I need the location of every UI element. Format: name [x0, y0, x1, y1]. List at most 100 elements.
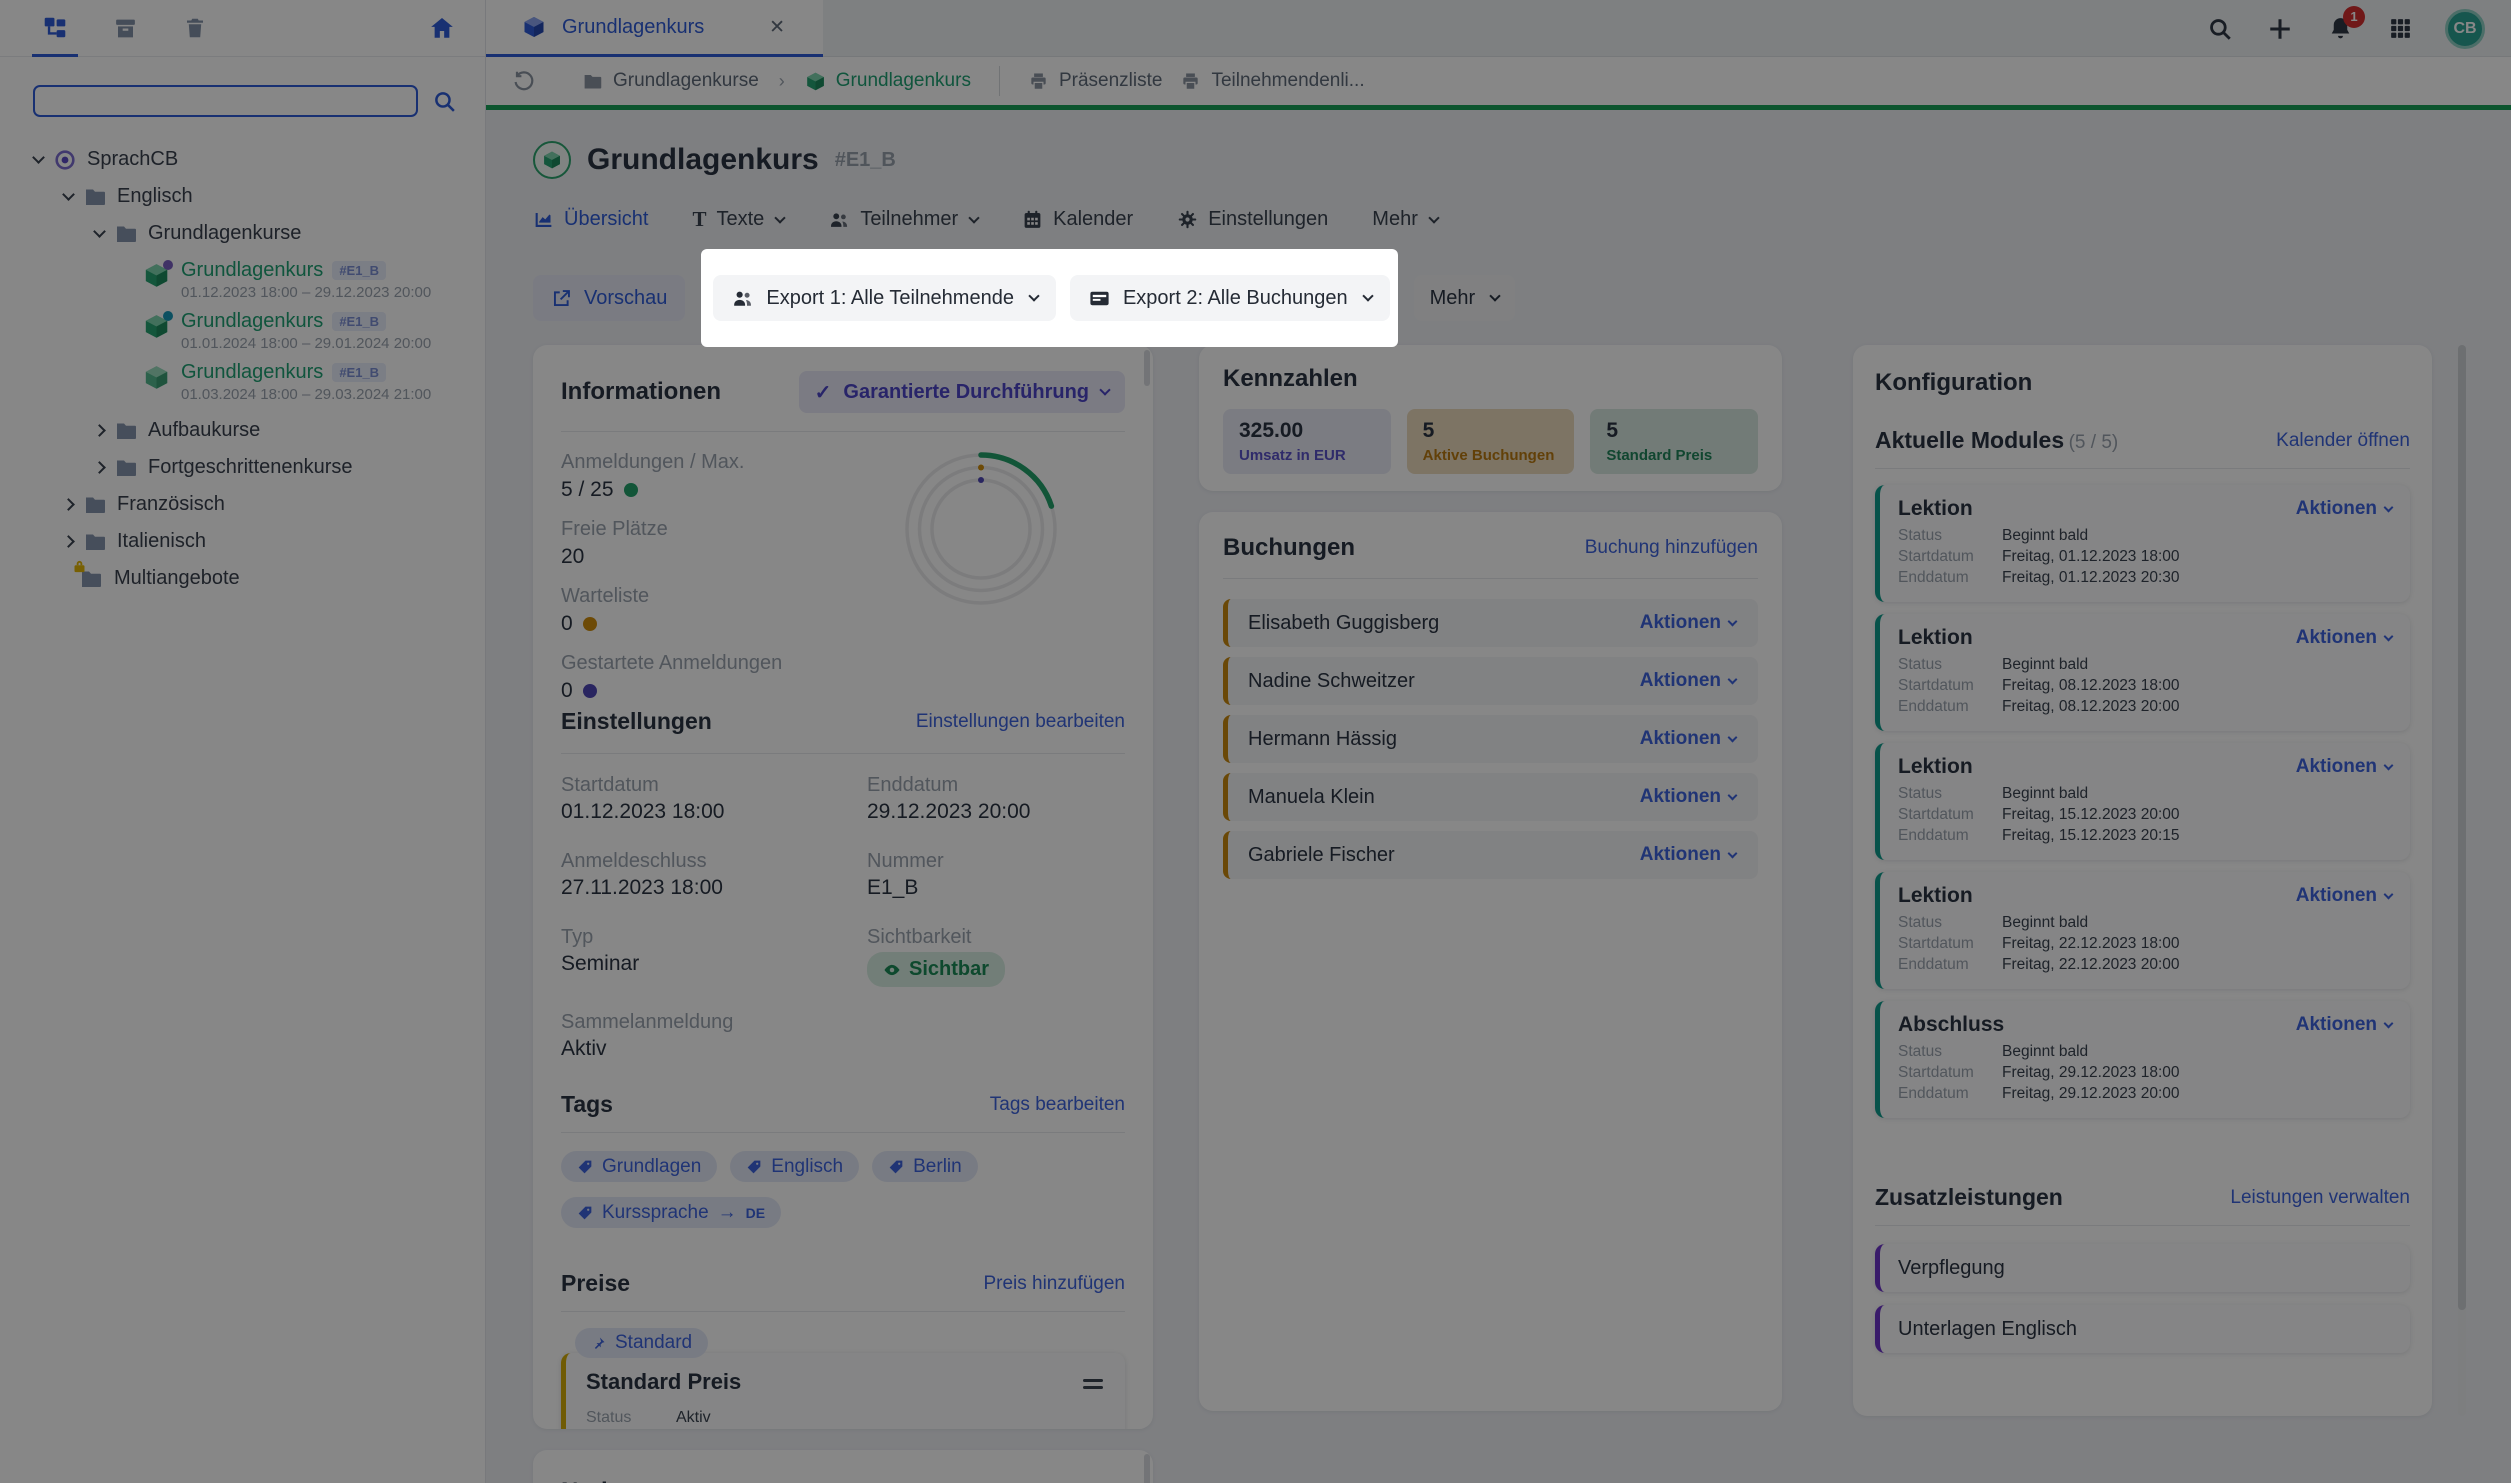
export-bookings-button[interactable]: Export 2: Alle Buchungen	[1070, 275, 1390, 321]
chevron-down-icon	[2384, 1018, 2394, 1028]
tag-chip-language[interactable]: Kurssprache → DE	[561, 1197, 781, 1228]
home-button[interactable]	[427, 13, 457, 43]
scrollbar-thumb[interactable]	[1144, 350, 1150, 386]
archive-button[interactable]	[110, 13, 140, 43]
tree-course-item[interactable]: Grundlagenkurs#E1_B 01.12.2023 18:00 – 2…	[0, 259, 485, 301]
tree-node-fortgeschrittenenkurse[interactable]: Fortgeschrittenenkurse	[0, 449, 485, 486]
tab-grundlagenkurs[interactable]: Grundlagenkurs ✕	[486, 0, 823, 57]
breadcrumb-separator: ›	[779, 71, 785, 92]
tree-node-franzoesisch[interactable]: Französisch	[0, 486, 485, 523]
booking-actions-dropdown[interactable]: Aktionen	[1640, 844, 1736, 866]
global-search-button[interactable]	[2205, 14, 2235, 44]
actions-label: Aktionen	[1640, 612, 1721, 634]
tree-node-sprachcb[interactable]: SprachCB	[0, 141, 485, 178]
module-actions-dropdown[interactable]: Aktionen	[2296, 885, 2392, 907]
search-icon[interactable]	[432, 89, 457, 114]
breadcrumb-current[interactable]: Grundlagenkurs	[805, 70, 971, 92]
tab-teilnehmer[interactable]: Teilnehmer	[828, 208, 978, 231]
booking-actions-dropdown[interactable]: Aktionen	[1640, 670, 1736, 692]
tree-node-label: Aufbaukurse	[148, 419, 260, 442]
tree-view-button[interactable]	[40, 13, 70, 43]
apps-grid-button[interactable]	[2385, 14, 2415, 44]
breadcrumb-folder[interactable]: Grundlagenkurse	[582, 70, 759, 92]
booking-actions-dropdown[interactable]: Aktionen	[1640, 728, 1736, 750]
history-icon[interactable]	[512, 69, 536, 93]
avatar[interactable]: CB	[2445, 9, 2485, 49]
tab-uebersicht[interactable]: Übersicht	[533, 208, 648, 231]
add-button[interactable]	[2265, 14, 2295, 44]
course-code-badge: #E1_B	[332, 363, 386, 382]
tree-course-item[interactable]: Grundlagenkurs#E1_B 01.01.2024 18:00 – 2…	[0, 310, 485, 352]
tree-node-aufbaukurse[interactable]: Aufbaukurse	[0, 412, 485, 449]
chevron-down-icon[interactable]	[32, 151, 45, 164]
module-card[interactable]: Abschluss Aktionen StatusBeginnt bald St…	[1875, 1001, 2410, 1118]
guaranteed-status-dropdown[interactable]: ✓ Garantierte Durchführung	[799, 371, 1125, 413]
module-actions-dropdown[interactable]: Aktionen	[2296, 627, 2392, 649]
open-calendar-link[interactable]: Kalender öffnen	[2276, 430, 2410, 452]
price-status-value: Aktiv	[676, 1407, 711, 1429]
service-card[interactable]: Unterlagen Englisch	[1875, 1305, 2410, 1353]
button-label: Mehr	[1430, 287, 1476, 310]
close-icon[interactable]: ✕	[769, 16, 785, 39]
module-actions-dropdown[interactable]: Aktionen	[2296, 1014, 2392, 1036]
chevron-right-icon[interactable]	[62, 535, 75, 548]
booking-actions-dropdown[interactable]: Aktionen	[1640, 612, 1736, 634]
chevron-right-icon[interactable]	[93, 461, 106, 474]
module-actions-dropdown[interactable]: Aktionen	[2296, 498, 2392, 520]
tree-course-item[interactable]: Grundlagenkurs#E1_B 01.03.2024 18:00 – 2…	[0, 361, 485, 403]
edit-settings-link[interactable]: Einstellungen bearbeiten	[916, 711, 1125, 733]
edit-tags-link[interactable]: Tags bearbeiten	[990, 1094, 1125, 1116]
service-name: Unterlagen Englisch	[1898, 1318, 2077, 1341]
breadcrumb-doc-teilnehmendenliste[interactable]: Teilnehmendenli...	[1180, 70, 1364, 92]
scrollbar-thumb[interactable]	[1144, 1454, 1150, 1483]
tab-texte[interactable]: T Texte	[692, 207, 784, 232]
module-card[interactable]: Lektion Aktionen StatusBeginnt bald Star…	[1875, 485, 2410, 602]
drag-handle-icon[interactable]	[1083, 1375, 1103, 1393]
module-field-label: Enddatum	[1898, 696, 2002, 717]
scrollbar-thumb[interactable]	[2458, 345, 2466, 1310]
module-card[interactable]: Lektion Aktionen StatusBeginnt bald Star…	[1875, 872, 2410, 989]
booking-actions-dropdown[interactable]: Aktionen	[1640, 786, 1736, 808]
module-card[interactable]: Lektion Aktionen StatusBeginnt bald Star…	[1875, 614, 2410, 731]
price-item[interactable]: Standard Preis StatusAktiv Verkauft5	[561, 1353, 1125, 1429]
module-card[interactable]: Lektion Aktionen StatusBeginnt bald Star…	[1875, 743, 2410, 860]
service-card[interactable]: Verpflegung	[1875, 1244, 2410, 1292]
more-button[interactable]: Mehr	[1414, 275, 1516, 321]
add-price-link[interactable]: Preis hinzufügen	[983, 1273, 1125, 1295]
tree-node-englisch[interactable]: Englisch	[0, 178, 485, 215]
pin-label: Standard	[615, 1332, 692, 1354]
tree-node-grundlagenkurse[interactable]: Grundlagenkurse	[0, 215, 485, 252]
chevron-right-icon[interactable]	[62, 498, 75, 511]
module-actions-dropdown[interactable]: Aktionen	[2296, 756, 2392, 778]
tab-einstellungen[interactable]: Einstellungen	[1177, 208, 1328, 231]
sidebar-search-input[interactable]	[33, 85, 418, 117]
add-booking-link[interactable]: Buchung hinzufügen	[1585, 537, 1758, 559]
tree-node-multiangebote[interactable]: Multiangebote	[0, 560, 485, 597]
scrollbar-track[interactable]	[2458, 345, 2466, 1416]
breadcrumb-doc-praesenzliste[interactable]: Präsenzliste	[1028, 70, 1163, 92]
trash-button[interactable]	[180, 13, 210, 43]
booking-row[interactable]: Gabriele Fischer Aktionen	[1223, 831, 1758, 879]
price-pin-chip[interactable]: Standard	[575, 1328, 708, 1358]
people-icon	[828, 209, 850, 231]
tag-chip[interactable]: Grundlagen	[561, 1151, 717, 1182]
tab-kalender[interactable]: Kalender	[1022, 208, 1133, 231]
chevron-down-icon[interactable]	[93, 225, 106, 238]
tree-node-label: Englisch	[117, 185, 193, 208]
notifications-button[interactable]: 1	[2325, 14, 2355, 44]
chevron-right-icon[interactable]	[93, 424, 106, 437]
tag-chip[interactable]: Englisch	[730, 1151, 859, 1182]
tag-icon	[577, 1159, 593, 1175]
tab-mehr[interactable]: Mehr	[1372, 208, 1438, 231]
preview-button[interactable]: Vorschau	[533, 275, 685, 321]
tag-chip[interactable]: Berlin	[872, 1151, 978, 1182]
export-participants-button[interactable]: Export 1: Alle Teilnehmende	[713, 275, 1056, 321]
booking-row[interactable]: Elisabeth Guggisberg Aktionen	[1223, 599, 1758, 647]
booking-row[interactable]: Hermann Hässig Aktionen	[1223, 715, 1758, 763]
manage-services-link[interactable]: Leistungen verwalten	[2230, 1187, 2410, 1209]
booking-row[interactable]: Nadine Schweitzer Aktionen	[1223, 657, 1758, 705]
module-title: Abschluss	[1898, 1013, 2004, 1037]
booking-row[interactable]: Manuela Klein Aktionen	[1223, 773, 1758, 821]
chevron-down-icon[interactable]	[62, 188, 75, 201]
tree-node-italienisch[interactable]: Italienisch	[0, 523, 485, 560]
